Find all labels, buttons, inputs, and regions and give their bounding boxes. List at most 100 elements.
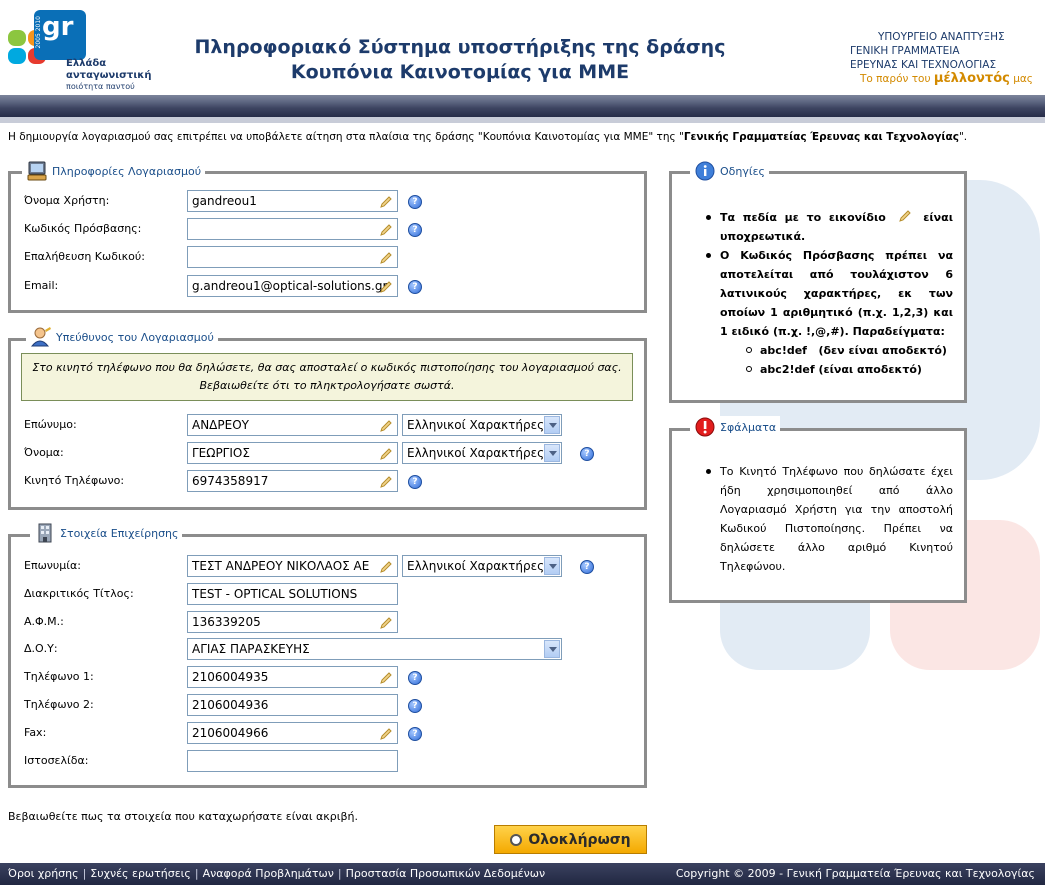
help-icon[interactable]: ?: [408, 475, 422, 489]
password-input[interactable]: [187, 218, 398, 240]
doy-value: ΑΓΙΑΣ ΠΑΡΑΣΚΕΥΗΣ: [192, 642, 310, 656]
verify-password-label: Επαλήθευση Κωδικού:: [24, 250, 145, 263]
help-icon[interactable]: ?: [408, 223, 422, 237]
computer-icon: [27, 161, 47, 181]
footer-link-terms[interactable]: Όροι χρήσης: [8, 867, 79, 880]
bullet: [706, 215, 711, 220]
chevron-down-icon: [544, 416, 560, 434]
info-icon: [695, 161, 715, 181]
errors-legend-text: Σφάλματα: [720, 420, 777, 434]
intro-a: Η δημιουργία λογαριασμού σας επιτρέπει ν…: [8, 131, 684, 143]
greece-logo: 2005 2010 gr Ελλάδα ανταγωνιστική ποιότη…: [8, 10, 152, 91]
surname-input[interactable]: ΑΝΔΡΕΟΥ: [187, 414, 398, 436]
errors-list: Το Κινητό Τηλέφωνο που δηλώσατε έχει ήδη…: [706, 462, 953, 576]
intro-text: Η δημιουργία λογαριασμού σας επιτρέπει ν…: [8, 131, 967, 143]
footer-link-report[interactable]: Αναφορά Προβλημάτων: [203, 867, 334, 880]
phone1-input[interactable]: 2106004935: [187, 666, 398, 688]
logo-years: 2005 2010: [35, 16, 42, 49]
submit-icon: [510, 833, 523, 846]
pencil-icon: [380, 252, 392, 264]
help-icon[interactable]: ?: [408, 671, 422, 685]
password-label: Κωδικός Πρόσβασης:: [24, 222, 142, 235]
errors-legend: Σφάλματα: [690, 416, 781, 438]
help-icon[interactable]: ?: [408, 280, 422, 294]
footer-separator: |: [82, 867, 87, 880]
notice-line-2: Βεβαιωθείτε ότι το πληκτρολογήσατε σωστά…: [199, 379, 455, 392]
pencil-icon: [380, 561, 392, 573]
surname-charset-value: Ελληνικοί Χαρακτήρες: [407, 418, 545, 432]
username-input[interactable]: gandreou1: [187, 190, 398, 212]
intro-b: Γενικής Γραμματείας Έρευνας και Τεχνολογ…: [683, 131, 959, 143]
surname-charset-select[interactable]: Ελληνικοί Χαρακτήρες: [402, 414, 562, 436]
help-icon[interactable]: ?: [580, 560, 594, 574]
example-item: abc!def (δεν είναι αποδεκτό): [720, 341, 953, 360]
help-icon[interactable]: ?: [408, 699, 422, 713]
pencil-icon: [898, 210, 911, 222]
mobile-notice: Στο κινητό τηλέφωνο που θα δηλώσετε, θα …: [21, 353, 633, 401]
email-input[interactable]: g.andreou1@optical-solutions.gr: [187, 275, 398, 297]
help-icon[interactable]: ?: [408, 727, 422, 741]
ministry-line-2: ΓΕΝΙΚΗ ΓΡΑΜΜΑΤΕΙΑ: [850, 45, 960, 57]
phone2-label: Τηλέφωνο 2:: [24, 698, 94, 711]
gr-badge: 2005 2010 gr: [34, 10, 86, 60]
instructions-legend: Οδηγίες: [690, 160, 769, 182]
afm-label: Α.Φ.Μ.:: [24, 615, 64, 628]
page-header: 2005 2010 gr Ελλάδα ανταγωνιστική ποιότη…: [0, 0, 1045, 95]
header-stripe-light: [0, 117, 1045, 123]
sub-bullet: [746, 347, 752, 353]
bullet: [706, 253, 711, 258]
footer-link-privacy[interactable]: Προστασία Προσωπικών Δεδομένων: [346, 867, 546, 880]
error-item: Το Κινητό Τηλέφωνο που δηλώσατε έχει ήδη…: [706, 462, 953, 576]
account-owner-legend-text: Υπεύθυνος του Λογαριασμού: [56, 330, 214, 344]
afm-input[interactable]: 136339205: [187, 611, 398, 633]
footer-link-faq[interactable]: Συχνές ερωτήσεις: [90, 867, 191, 880]
name-charset-select[interactable]: Ελληνικοί Χαρακτήρες: [402, 442, 562, 464]
chevron-down-icon: [544, 640, 560, 658]
slogan-b: μέλλοντός: [933, 71, 1010, 86]
company-label: Επωνυμία:: [24, 559, 81, 572]
company-input[interactable]: ΤΕΣΤ ΑΝΔΡΕΟΥ ΝΙΚΟΛΑΟΣ ΑΕ: [187, 555, 398, 577]
page-title: Πληροφοριακό Σύστημα υποστήριξης της δρά…: [160, 35, 760, 85]
instruction-2: Ο Κωδικός Πρόσβασης πρέπει να αποτελείτα…: [720, 249, 953, 338]
website-input[interactable]: [187, 750, 398, 772]
instruction-item: Ο Κωδικός Πρόσβασης πρέπει να αποτελείτα…: [706, 246, 953, 341]
company-charset-select[interactable]: Ελληνικοί Χαρακτήρες: [402, 555, 562, 577]
name-input[interactable]: ΓΕΩΡΓΙΟΣ: [187, 442, 398, 464]
instruction-1a: Τα πεδία με το εικονίδιο: [720, 211, 886, 224]
example-1: abc!def (δεν είναι αποδεκτό): [760, 344, 947, 357]
phone2-input[interactable]: 2106004936: [187, 694, 398, 716]
example-item: abc2!def (είναι αποδεκτό): [720, 360, 953, 379]
chevron-down-icon: [544, 557, 560, 575]
pencil-icon: [380, 476, 392, 488]
intro-c: ".: [958, 131, 968, 143]
trade-title-input[interactable]: TEST - OPTICAL SOLUTIONS: [187, 583, 398, 605]
name-label: Όνομα:: [24, 446, 64, 459]
error-1: Το Κινητό Τηλέφωνο που δηλώσατε έχει ήδη…: [720, 465, 953, 573]
chevron-down-icon: [544, 444, 560, 462]
mobile-label: Κινητό Τηλέφωνο:: [24, 474, 125, 487]
verify-password-input[interactable]: [187, 246, 398, 268]
company-charset-value: Ελληνικοί Χαρακτήρες: [407, 559, 545, 573]
help-icon[interactable]: ?: [580, 447, 594, 461]
complete-button-label: Ολοκλήρωση: [528, 831, 631, 848]
mobile-input[interactable]: 6974358917: [187, 470, 398, 492]
title-line-1: Πληροφοριακό Σύστημα υποστήριξης της δρά…: [194, 36, 726, 58]
logo-line-2: ανταγωνιστική: [66, 70, 152, 81]
account-info-legend-text: Πληροφορίες Λογαριασμού: [52, 164, 202, 178]
username-label: Όνομα Χρήστη:: [24, 194, 110, 207]
pencil-icon: [380, 224, 392, 236]
instructions-list: Τα πεδία με το εικονίδιο είναι υποχρεωτι…: [706, 208, 953, 379]
help-icon[interactable]: ?: [408, 195, 422, 209]
slogan: Το παρόν του μέλλοντός μας: [850, 72, 1040, 86]
complete-button[interactable]: Ολοκλήρωση: [494, 825, 647, 854]
fax-input[interactable]: 2106004966: [187, 722, 398, 744]
footer-separator: |: [194, 867, 199, 880]
building-icon: [38, 523, 52, 543]
confirm-text: Βεβαιωθείτε πως τα στοιχεία που καταχωρή…: [8, 810, 358, 823]
footer-links: Όροι χρήσης | Συχνές ερωτήσεις | Αναφορά…: [8, 867, 545, 880]
pencil-icon: [380, 728, 392, 740]
footer-separator: |: [337, 867, 342, 880]
account-owner-legend: Υπεύθυνος του Λογαριασμού: [26, 326, 218, 348]
doy-select[interactable]: ΑΓΙΑΣ ΠΑΡΑΣΚΕΥΗΣ: [187, 638, 562, 660]
pencil-icon: [380, 672, 392, 684]
